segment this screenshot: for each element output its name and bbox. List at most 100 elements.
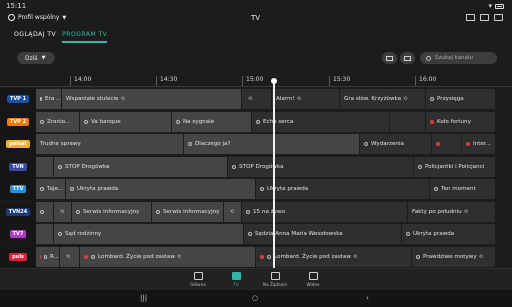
tab-program-tv[interactable]: PROGRAM TV xyxy=(62,31,107,38)
program-cell[interactable]: Ukryta prawda xyxy=(66,179,256,199)
program-cell[interactable]: Lombard. Życie pod zastaw ⟲ xyxy=(80,246,256,267)
program-cell[interactable]: 15 na żywo xyxy=(242,201,408,222)
program-cell[interactable]: Koło fortuny xyxy=(426,111,496,132)
program-title: Koło fortuny xyxy=(437,118,471,125)
nav-video[interactable]: Wideo xyxy=(293,272,333,287)
program-title: Serwis informacyjny xyxy=(83,208,140,215)
program-cell[interactable]: Va banque xyxy=(80,111,172,132)
channel-logo[interactable]: TVP 1 xyxy=(0,88,36,110)
program-cell[interactable]: ⟲ xyxy=(54,201,72,222)
nav-on-demand[interactable]: Na Żądanie xyxy=(255,272,295,287)
program-cell[interactable]: R... xyxy=(36,246,60,267)
channel-logo[interactable]: TVN24 xyxy=(0,200,36,223)
program-cell[interactable]: Sędzia Anna Maria Wesołowska xyxy=(244,224,402,244)
channel-logo[interactable]: polsat xyxy=(0,133,36,155)
active-tab-indicator xyxy=(62,41,107,43)
info-icon xyxy=(434,187,438,191)
program-cell[interactable]: STOP Drogówka xyxy=(228,156,414,177)
program-cell[interactable]: Lombard. Życie pod zastaw ⟲ xyxy=(256,246,412,267)
grid-view-button[interactable] xyxy=(400,52,415,64)
channel-logo-text: TVP 1 xyxy=(6,95,30,103)
program-cell[interactable]: Na sygnale xyxy=(172,111,252,132)
screen-icon[interactable] xyxy=(494,14,503,21)
back-button[interactable]: ‹ xyxy=(366,294,369,302)
program-title: Echo serca xyxy=(263,118,294,125)
program-title: Taje... xyxy=(47,186,64,192)
program-cell[interactable] xyxy=(390,111,426,132)
channel-logo[interactable]: puls xyxy=(0,245,36,268)
program-cell[interactable]: Fakty po południu ⟲ xyxy=(408,201,496,222)
channel-logo[interactable]: TV7 xyxy=(0,223,36,245)
channel-logo-text: puls xyxy=(9,252,27,261)
info-icon xyxy=(40,187,44,191)
program-cell[interactable]: Ukryta prawda xyxy=(256,179,430,199)
info-icon xyxy=(232,164,236,169)
nav-home[interactable]: Główna xyxy=(178,272,218,287)
replay-icon: ⟲ xyxy=(66,253,71,260)
info-icon xyxy=(256,119,260,124)
channel-logo[interactable]: TVN xyxy=(0,155,36,178)
current-time-line xyxy=(273,80,275,268)
timeline-header: 14:00 14:30 15:00 15:30 16:00 xyxy=(0,76,512,87)
channel-row: TVN24 ⟲ Serwis informacyjny Serwis informac… xyxy=(0,200,512,223)
cast-icon[interactable] xyxy=(466,14,475,21)
program-cell[interactable]: Wspaniałe stulecie ⟲ xyxy=(62,89,242,109)
program-cell[interactable]: Dlaczego ja? xyxy=(184,134,360,154)
remote-icon[interactable] xyxy=(480,14,489,21)
replay-icon: ⟲ xyxy=(478,253,483,260)
tab-watch-tv[interactable]: OGLĄDAJ TV xyxy=(14,31,56,38)
program-cell[interactable] xyxy=(432,134,462,154)
program-cell[interactable] xyxy=(36,201,54,222)
time-tick: 15:30 xyxy=(329,76,350,86)
program-cell[interactable]: Gra słów. Krzyżówka ⟲ xyxy=(340,89,426,109)
program-cell[interactable]: Serwis informacyjny xyxy=(72,201,152,222)
program-cell[interactable]: Sąd rodzinny xyxy=(54,224,244,244)
program-title: Dlaczego ja? xyxy=(195,141,231,147)
channel-logo[interactable]: TVP 2 xyxy=(0,110,36,133)
replay-icon: ⟲ xyxy=(60,208,65,215)
wifi-icon: ▾ xyxy=(488,2,492,10)
program-title: Gra słów. Krzyżówka xyxy=(344,96,402,102)
program-cell[interactable] xyxy=(36,224,54,244)
program-title: Wspaniałe stulecie xyxy=(66,96,119,102)
user-icon xyxy=(8,14,15,21)
program-cell[interactable]: Wydarzenia xyxy=(360,134,432,154)
live-dot-icon xyxy=(430,119,434,124)
profile-selector[interactable]: Profil wspólny ▼ xyxy=(8,14,66,21)
program-cell[interactable]: Policjantki i Policjanci xyxy=(414,156,496,177)
channel-logo-text: TVP 2 xyxy=(6,117,30,126)
status-time: 15:11 xyxy=(6,2,27,10)
live-dot-icon xyxy=(40,254,42,259)
channel-search-input[interactable]: Szukaj kanału xyxy=(420,52,497,64)
channel-logo-text: TTV xyxy=(9,185,27,193)
day-selector-button[interactable]: Dziś ▼ xyxy=(17,52,55,64)
program-cell[interactable]: Inter... xyxy=(462,134,496,154)
info-icon xyxy=(267,254,271,259)
program-cell[interactable]: ⟲ xyxy=(224,201,242,222)
nav-tv[interactable]: TV xyxy=(216,272,256,287)
program-cell[interactable]: Ukryta prawda xyxy=(402,224,496,244)
program-cell[interactable]: Przysięga xyxy=(426,89,496,109)
program-cell[interactable]: Alarm! ⟲ xyxy=(272,89,340,109)
program-title: Ten moment xyxy=(441,186,476,192)
channel-logo[interactable]: TTV xyxy=(0,178,36,200)
program-cell[interactable]: Taje... xyxy=(36,179,66,199)
chevron-down-icon: ▼ xyxy=(41,55,46,61)
program-cell[interactable]: ⟲ xyxy=(60,246,80,267)
info-icon xyxy=(40,209,44,214)
home-button[interactable]: ○ xyxy=(252,294,258,302)
program-cell[interactable]: Serwis informacyjny xyxy=(152,201,224,222)
program-cell[interactable]: ⟲ xyxy=(242,89,272,109)
info-icon xyxy=(44,254,47,259)
program-cell[interactable]: Era ... xyxy=(36,89,62,109)
list-view-button[interactable] xyxy=(382,52,397,64)
recents-button[interactable]: ||| xyxy=(140,294,147,302)
grid-icon xyxy=(404,55,411,61)
info-icon xyxy=(70,187,74,191)
program-cell[interactable]: Zranio... xyxy=(36,111,80,132)
program-cell[interactable]: Prawdziwe motywy ⟲ xyxy=(412,246,496,267)
program-cell[interactable]: Ten moment xyxy=(430,179,496,199)
program-cell[interactable] xyxy=(36,156,54,177)
program-cell[interactable]: Trudne sprawy xyxy=(36,134,184,154)
program-cell[interactable]: STOP Drogówka xyxy=(54,156,228,177)
